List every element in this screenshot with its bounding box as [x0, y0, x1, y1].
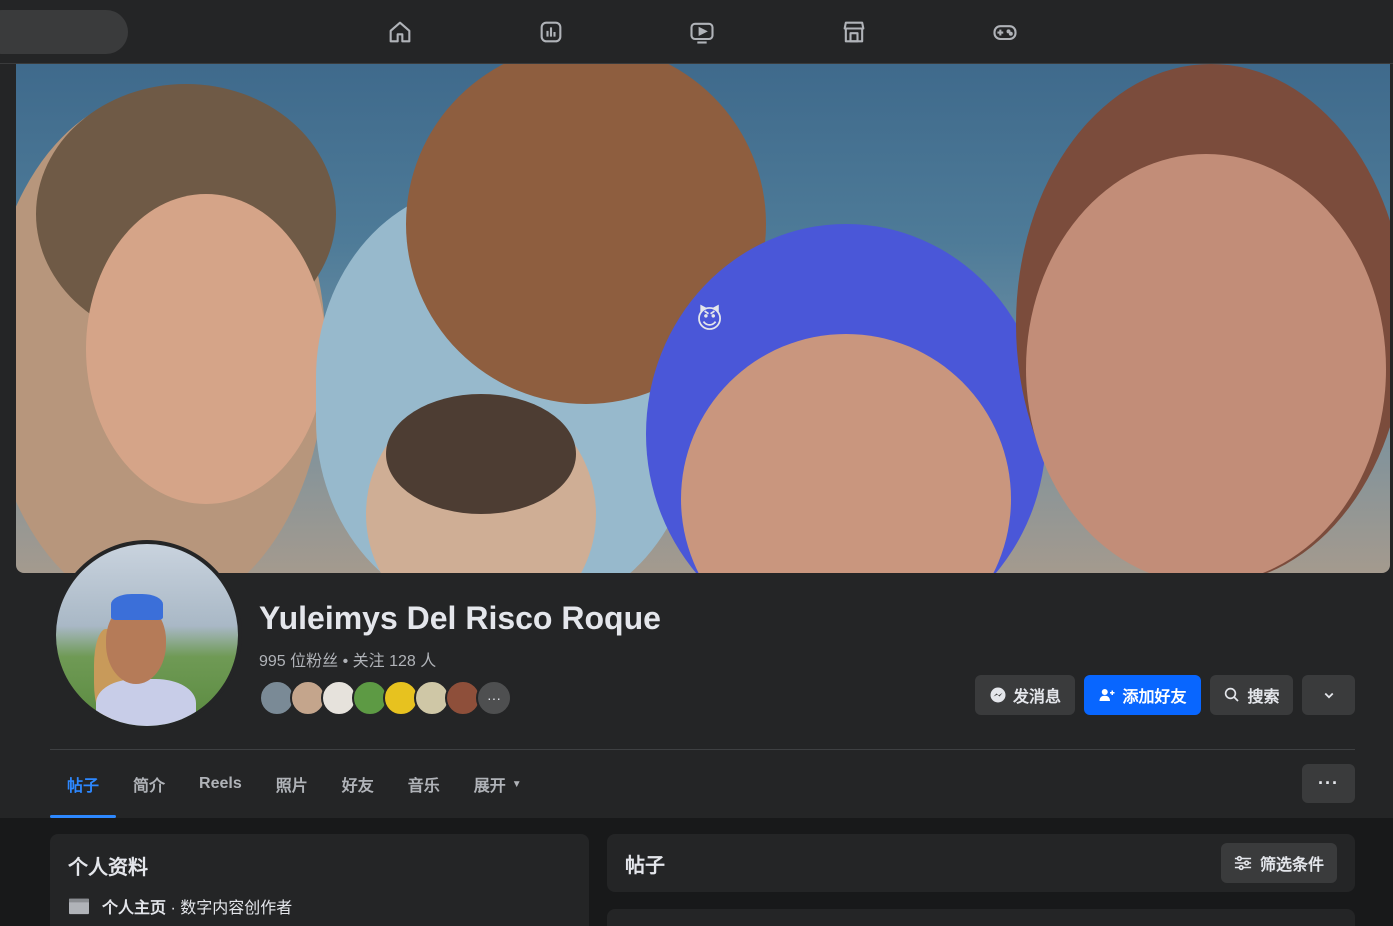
intro-category-row: 个人主页 · 数字内容创作者 [68, 894, 292, 918]
top-navigation-bar [0, 0, 1393, 64]
profile-header: 😈 Yuleimys Del Risco Roque 995 位粉丝 • 关注 … [0, 64, 1393, 818]
add-friend-button[interactable]: 添加好友 [1084, 675, 1201, 715]
filter-icon [1234, 855, 1252, 871]
tab-friends[interactable]: 好友 [325, 750, 391, 818]
cover-photo[interactable]: 😈 [16, 64, 1390, 573]
follower-stats[interactable]: 995 位粉丝 • 关注 128 人 [259, 647, 436, 671]
page-category-icon [69, 898, 89, 915]
tab-about[interactable]: 简介 [116, 750, 182, 818]
feed-icon[interactable] [535, 16, 567, 48]
search-button-label: 搜索 [1247, 689, 1280, 706]
message-button-label: 发消息 [1012, 689, 1061, 706]
messenger-icon [990, 687, 1006, 703]
gaming-icon[interactable] [989, 16, 1021, 48]
tab-posts[interactable]: 帖子 [50, 750, 117, 818]
chevron-down-icon [1324, 692, 1333, 699]
posts-header-card: 帖子 筛选条件 [607, 834, 1355, 892]
post-composer-card [607, 909, 1355, 926]
filter-button-label: 筛选条件 [1259, 857, 1324, 874]
profile-tabs: 帖子 简介 Reels 照片 好友 音乐 展开 ▼ [50, 750, 539, 818]
tab-more[interactable]: 展开 ▼ [457, 750, 539, 818]
profile-avatar[interactable] [52, 540, 242, 730]
mutual-friends-avatars[interactable]: ··· [259, 680, 512, 716]
devil-emoji-sticker: 😈 [696, 304, 724, 334]
profile-name: Yuleimys Del Risco Roque [259, 600, 661, 636]
intro-row-value: · 数字内容创作者 [166, 900, 293, 917]
intro-title: 个人资料 [68, 857, 148, 879]
tab-photos[interactable]: 照片 [259, 750, 325, 818]
intro-card: 个人资料 个人主页 · 数字内容创作者 [50, 834, 589, 926]
search-box[interactable] [0, 10, 128, 54]
video-icon[interactable] [686, 16, 718, 48]
avatar [56, 544, 238, 726]
more-options-button[interactable]: ··· [1302, 764, 1355, 803]
tab-music[interactable]: 音乐 [391, 750, 457, 818]
search-button[interactable]: 搜索 [1210, 675, 1293, 715]
tab-reels[interactable]: Reels [182, 750, 259, 818]
add-friend-icon [1099, 689, 1115, 701]
caret-down-icon: ▼ [511, 778, 522, 790]
search-icon [1225, 687, 1240, 702]
marketplace-icon[interactable] [838, 16, 870, 48]
intro-row-label: 个人主页 [102, 900, 167, 917]
add-friend-label: 添加好友 [1122, 689, 1187, 706]
home-icon[interactable] [384, 16, 416, 48]
more-friends-icon[interactable]: ··· [476, 680, 512, 716]
expand-actions-button[interactable] [1302, 675, 1355, 715]
filter-button[interactable]: 筛选条件 [1221, 843, 1337, 883]
posts-title: 帖子 [625, 855, 665, 877]
message-button[interactable]: 发消息 [975, 675, 1075, 715]
